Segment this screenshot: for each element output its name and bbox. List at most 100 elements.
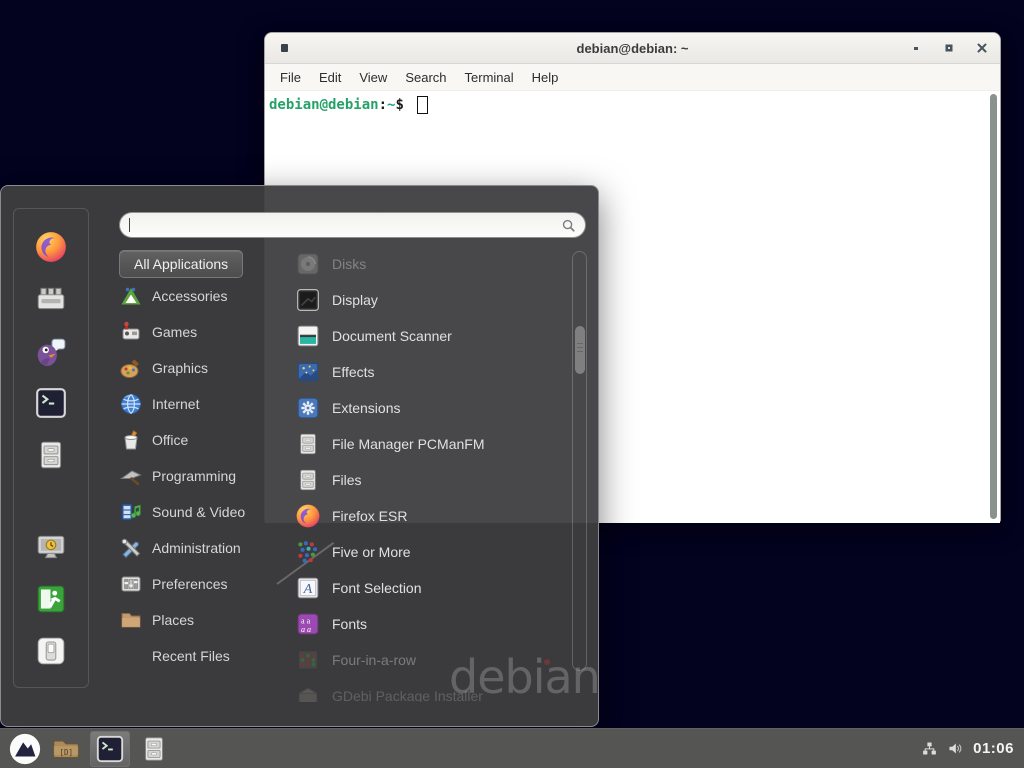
svg-text:a a: a a: [301, 625, 311, 634]
system-tray: 01:06: [921, 740, 1024, 757]
favorite-launcher[interactable]: [25, 377, 77, 429]
administration-icon: [119, 536, 143, 560]
category-label: Places: [152, 612, 194, 628]
favorite-launcher[interactable]: [25, 573, 77, 625]
terminal-titlebar[interactable]: debian@debian: ~: [265, 33, 1000, 64]
disks-icon: [295, 251, 321, 277]
application-item[interactable]: Files: [286, 462, 569, 498]
clock[interactable]: 01:06: [973, 740, 1014, 757]
network-icon[interactable]: [921, 740, 938, 757]
sound-video-icon: [119, 500, 143, 524]
close-icon[interactable]: [976, 42, 988, 54]
taskbar-launcher[interactable]: [90, 731, 130, 767]
extensions-icon: [295, 395, 321, 421]
favorite-launcher[interactable]: [25, 221, 77, 273]
terminal-scrollbar[interactable]: [990, 94, 997, 519]
volume-icon[interactable]: [947, 740, 964, 757]
application-item[interactable]: Firefox ESR: [286, 498, 569, 534]
terminal-title: debian@debian: ~: [577, 41, 689, 56]
menu-scrollbar-track[interactable]: [572, 251, 587, 671]
tray-icons: [921, 740, 964, 757]
application-item[interactable]: Five or More: [286, 534, 569, 570]
category-item[interactable]: Places: [119, 602, 285, 638]
svg-text:A: A: [303, 581, 313, 597]
terminal-icon: [34, 386, 68, 420]
category-item[interactable]: Accessories: [119, 278, 285, 314]
display-icon: [295, 287, 321, 313]
search-icon: [561, 218, 576, 233]
terminal-menu-item[interactable]: Search: [396, 70, 455, 85]
taskbar-launcher[interactable]: [137, 731, 171, 767]
category-item[interactable]: All Applications: [119, 250, 243, 278]
maximize-icon[interactable]: [943, 42, 955, 54]
application-label: Five or More: [332, 544, 411, 560]
category-item[interactable]: Programming: [119, 458, 285, 494]
category-item[interactable]: Administration: [119, 530, 285, 566]
firefox-icon: [295, 503, 321, 529]
application-item[interactable]: Four-in-a-row: [286, 642, 569, 678]
application-label: Effects: [332, 364, 375, 380]
terminal-icon: [95, 734, 125, 764]
terminal-menubar: FileEditViewSearchTerminalHelp: [265, 64, 1000, 91]
graphics-icon: [119, 356, 143, 380]
prompt-user-host: debian@debian: [269, 97, 379, 113]
application-item[interactable]: A Font Selection: [286, 570, 569, 606]
category-item[interactable]: Recent Files: [119, 638, 285, 674]
fonts-icon: a aa a: [295, 611, 321, 637]
terminal-menu-item[interactable]: File: [271, 70, 310, 85]
favorite-launcher[interactable]: [25, 325, 77, 377]
application-label: Extensions: [332, 400, 400, 416]
favorite-launcher[interactable]: [25, 521, 77, 573]
prompt-path: ~: [387, 97, 395, 113]
category-item[interactable]: Office: [119, 422, 285, 458]
category-label: All Applications: [134, 256, 228, 272]
favorite-launcher[interactable]: [25, 273, 77, 325]
application-label: Disks: [332, 256, 366, 272]
category-list: All Applications Accessories Games Graph…: [119, 250, 285, 674]
application-label: Files: [332, 472, 362, 488]
taskbar-launchers: [D]: [49, 731, 171, 767]
application-item[interactable]: Disks: [286, 246, 569, 282]
document-scanner-icon: [295, 323, 321, 349]
svg-text:a a: a a: [301, 616, 311, 625]
menu-icon[interactable]: [8, 732, 42, 766]
category-item[interactable]: Sound & Video: [119, 494, 285, 530]
effects-icon: [295, 359, 321, 385]
application-label: GDebi Package Installer: [332, 688, 483, 702]
favorite-launcher[interactable]: [25, 625, 77, 677]
application-label: Four-in-a-row: [332, 652, 416, 668]
menu-scrollbar-handle[interactable]: [575, 326, 585, 374]
terminal-menu-item[interactable]: Help: [523, 70, 568, 85]
application-item[interactable]: File Manager PCManFM: [286, 426, 569, 462]
application-item[interactable]: Document Scanner: [286, 318, 569, 354]
window-controls: [910, 33, 988, 63]
firefox-icon: [34, 230, 68, 264]
minimize-icon[interactable]: [910, 42, 922, 54]
search-input[interactable]: [119, 212, 586, 238]
category-label: Games: [152, 324, 197, 340]
accessories-icon: [119, 284, 143, 308]
category-label: Internet: [152, 396, 199, 412]
application-item[interactable]: Extensions: [286, 390, 569, 426]
application-item[interactable]: Display: [286, 282, 569, 318]
category-item[interactable]: Graphics: [119, 350, 285, 386]
taskbar-launcher[interactable]: [D]: [49, 731, 83, 767]
application-label: Firefox ESR: [332, 508, 407, 524]
application-label: Document Scanner: [332, 328, 452, 344]
application-label: Font Selection: [332, 580, 422, 596]
terminal-prompt: debian@debian:~$: [269, 96, 986, 114]
favorite-launcher[interactable]: [25, 429, 77, 481]
category-item[interactable]: Internet: [119, 386, 285, 422]
application-item[interactable]: GDebi Package Installer: [286, 678, 569, 702]
terminal-menu-item[interactable]: Terminal: [456, 70, 523, 85]
application-item[interactable]: a aa a Fonts: [286, 606, 569, 642]
terminal-menu-item[interactable]: View: [350, 70, 396, 85]
application-item[interactable]: Effects: [286, 354, 569, 390]
terminal-menu-item[interactable]: Edit: [310, 70, 350, 85]
font-selection-icon: A: [295, 575, 321, 601]
search-caret: [129, 218, 130, 232]
category-item[interactable]: Preferences: [119, 566, 285, 602]
category-item[interactable]: Games: [119, 314, 285, 350]
favorites-sidebar: [13, 208, 89, 688]
category-label: Office: [152, 432, 188, 448]
